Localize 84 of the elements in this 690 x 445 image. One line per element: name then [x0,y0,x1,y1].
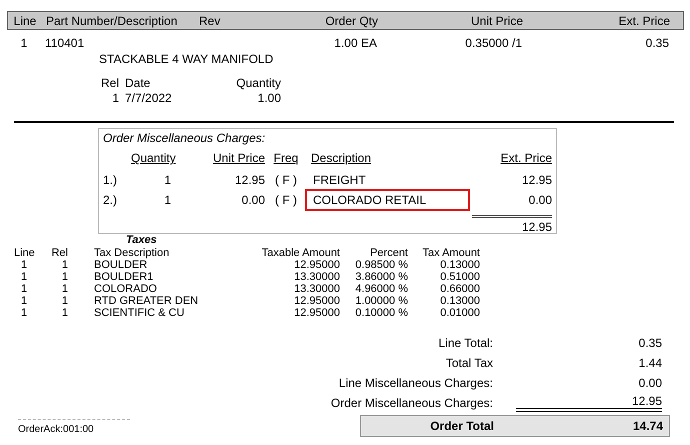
total-value: 1.44 [638,356,662,370]
total-label: Line Miscellaneous Charges: [338,376,493,390]
column-header: Unit Price [470,14,524,28]
charge-unit-price: 0.00 [240,193,265,207]
table-cell-text: BOULDER1 [94,271,154,283]
table-cell-text: 12.95000 [293,259,340,271]
table-cell-text: 13.30000 [293,271,340,283]
charge-number: 2.) [103,193,118,207]
charge-frequency: ( F ) [274,193,298,207]
column-header: Tax Amount [422,247,480,259]
table-cell-text: 1 [20,295,28,307]
total-value: 0.35 [638,336,662,350]
table-cell-text: 12.95000 [293,307,340,319]
column-header: Ext. Price [618,14,671,28]
table-cell-text: 1 [60,307,69,319]
table-cell-text: 1 [60,259,69,271]
charge-description: COLORADO RETAIL [305,189,470,211]
column-header: Part Number/Description [45,14,178,28]
column-header: Rel [100,76,120,91]
table-cell-text: 1 [60,295,69,307]
part-number: 110401 [44,36,86,50]
table-cell-text: 12.95000 [293,295,340,307]
column-header: Description [311,151,372,165]
release-quantity: 1.00 [256,91,281,106]
line-number: 1 [20,36,28,50]
unit-price: 0.35000 /1 [464,36,523,50]
column-header: Line [14,247,34,259]
column-header: Rel [50,247,69,259]
table-cell-text: 13.30000 [293,283,340,295]
table-cell-text: 1 [20,307,28,319]
column-header: Rev [199,14,222,28]
table-cell-text: 0.66000 [439,283,480,295]
table-cell-text: 1 [60,283,69,295]
column-header: Line [12,14,38,28]
column-header: Quantity [131,151,176,165]
total-label: Total Tax [444,356,493,370]
table-cell-text: 0.10000 % [354,307,408,319]
table-cell-text: COLORADO [94,283,158,295]
table-cell-text: 3.86000 % [354,271,408,283]
table-cell-text: 4.96000 % [354,283,408,295]
table-cell-text: SCIENTIFIC & CU [94,307,186,319]
table-cell-text: 0.13000 [439,295,480,307]
table-cell-text: 0.13000 [439,259,480,271]
column-header: Percent [369,247,408,259]
column-header: Quantity [235,76,281,91]
total-value: 0.00 [638,376,662,390]
total-label: Line Total: [438,336,493,350]
column-header: Tax Description [94,247,170,259]
release-number: 1 [111,91,120,106]
form-id: OrderAck:001:00 [18,419,130,435]
charge-ext-price: 12.95 [520,173,552,187]
section-title: Taxes [126,234,157,246]
table-cell-text: RTD GREATER DEN [94,295,200,307]
table-cell-text: 1.00000 % [354,295,408,307]
table-cell-text: 0.01000 [439,307,480,319]
release-date: 7/7/2022 [125,91,173,106]
charge-description: FREIGHT [312,172,367,189]
ext-price: 0.35 [644,36,670,50]
table-cell-text: 1 [20,283,28,295]
section-title: Order Miscellaneous Charges: [103,131,266,145]
order-total-value: 14.74 [632,419,664,433]
column-header: Order Qty [324,14,379,28]
column-header: Unit Price [212,151,265,165]
table-cell-text: 1 [20,271,28,283]
charge-ext-price: 0.00 [528,193,552,207]
total-label: Order Miscellaneous Charges: [330,396,493,410]
table-cell-text: 1 [20,259,28,271]
charge-frequency: ( F ) [274,173,298,187]
order-qty: 1.00 EA [333,36,378,50]
charges-total: 12.95 [472,215,552,234]
order-total-label: Order Total [429,419,494,433]
charge-quantity: 1 [163,193,171,207]
column-header: Ext. Price [500,151,552,165]
table-cell-text: 1 [60,271,69,283]
charge-quantity: 1 [163,173,171,187]
table-cell-text: 0.51000 [439,271,480,283]
column-header: Taxable Amount [260,247,340,259]
charge-number: 1.) [103,173,118,187]
charge-unit-price: 12.95 [234,173,265,187]
table-cell-text: BOULDER [94,259,148,271]
column-header: Date [125,76,152,91]
part-description: STACKABLE 4 WAY MANIFOLD [99,52,274,66]
column-header: Freq [274,151,298,165]
table-cell-text: 0.98500 % [354,259,408,271]
